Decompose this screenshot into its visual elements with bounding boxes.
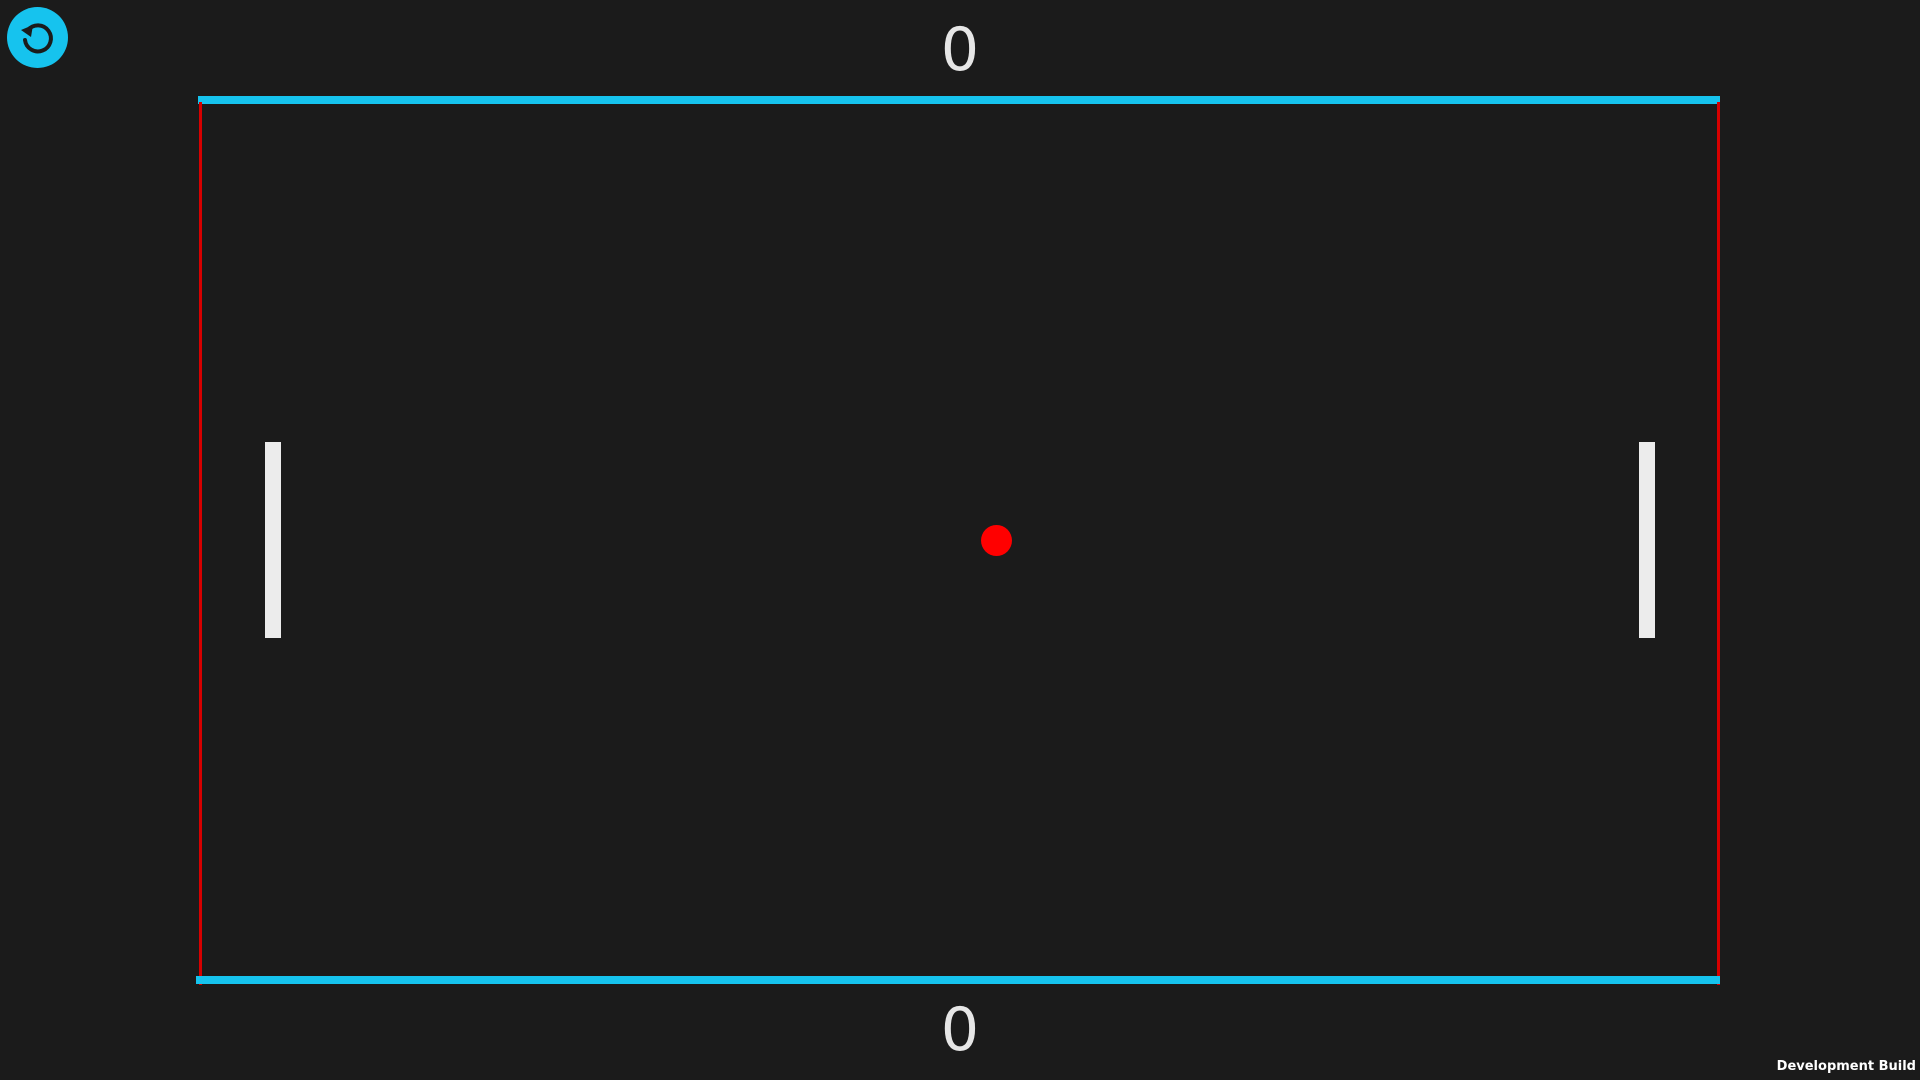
development-build-label: Development Build xyxy=(1776,1059,1916,1074)
right-paddle[interactable] xyxy=(1639,442,1655,638)
bottom-wall xyxy=(196,976,1720,984)
score-bottom: 0 xyxy=(940,995,980,1065)
ball xyxy=(981,525,1012,556)
game-stage: 0 0 Development Build xyxy=(0,0,1920,1080)
right-goal-line xyxy=(1717,102,1720,985)
score-top: 0 xyxy=(940,15,980,85)
top-wall xyxy=(198,96,1720,104)
left-goal-line xyxy=(199,102,202,985)
left-paddle[interactable] xyxy=(265,442,281,638)
